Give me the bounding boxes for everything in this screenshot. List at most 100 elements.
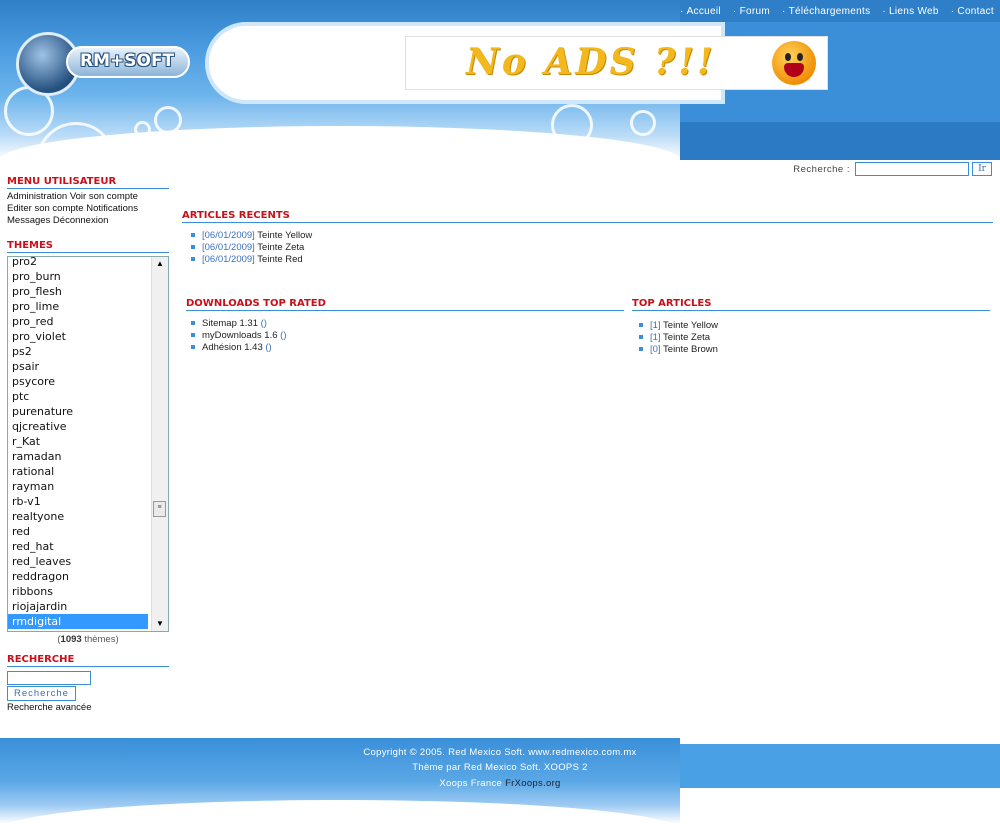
theme-option[interactable]: rayman [8,479,148,494]
theme-option[interactable]: realtyone [8,509,148,524]
smiley-eye [785,53,791,61]
download-name[interactable]: myDownloads 1.6 [202,330,278,341]
theme-option[interactable]: ramadan [8,449,148,464]
article-rank: [1] [650,320,661,331]
top-search-label: Recherche : [793,163,850,175]
nav-liens-web[interactable]: Liens Web [876,2,944,22]
list-item[interactable]: Sitemap 1.31 () [190,318,286,330]
site-logo[interactable]: RM+SOFT [16,32,190,96]
footer-copyright: Copyright © 2005. Red Mexico Soft. www.r… [363,747,637,758]
smiley-eye [797,53,803,61]
theme-option[interactable]: ptc [8,389,148,404]
article-date: [06/01/2009] [202,242,255,253]
theme-option[interactable]: riojajardin [8,599,148,614]
downloads-top-title: DOWNLOADS TOP RATED [186,298,624,311]
bullet-icon [639,346,643,351]
nav-accueil[interactable]: Accueil [674,2,727,22]
page-header: RM+SOFT No ADS ?!! Accueil Forum Télécha… [0,0,1000,160]
article-title[interactable]: Teinte Zeta [257,242,304,253]
bullet-icon [639,322,643,327]
footer-xoops-line: Xoops France FrXoops.org [0,778,1000,789]
footer-frxoops-link[interactable]: FrXoops.org [505,778,561,789]
theme-option[interactable]: pro_violet [8,329,148,344]
theme-option[interactable]: purenature [8,404,148,419]
logo-text: RM+SOFT [80,51,175,71]
top-search-input[interactable] [855,162,969,176]
themes-listbox[interactable]: pro2 pro_burn pro_flesh pro_lime pro_red pro_… [7,256,169,632]
ad-banner[interactable]: No ADS ?!! [405,36,828,90]
theme-option[interactable]: psair [8,359,148,374]
theme-option[interactable]: pro_flesh [8,284,148,299]
bullet-icon [191,320,195,325]
scroll-up-arrow-icon[interactable]: ▲ [152,257,168,271]
article-title[interactable]: Teinte Red [257,254,302,265]
bubble-decoration [551,104,593,146]
advanced-search-link[interactable]: Recherche avancée [7,702,169,713]
download-rating: () [280,330,287,341]
sidebar-search-title: RECHERCHE [7,654,169,667]
user-menu-line[interactable]: Editer son compte Notifications [7,203,169,215]
theme-option[interactable]: red [8,524,148,539]
bullet-icon [639,334,643,339]
themes-options: pro2 pro_burn pro_flesh pro_lime pro_red pro_… [8,257,148,629]
download-rating: () [260,318,267,329]
footer-theme-credit: Thème par Red Mexico Soft. XOOPS 2 [412,762,588,773]
theme-option[interactable]: ps2 [8,344,148,359]
nav-telechargements[interactable]: Téléchargements [776,2,876,22]
bubble-decoration [154,106,182,134]
theme-option[interactable]: psycore [8,374,148,389]
scroll-thumb[interactable]: ≡ [153,501,166,517]
top-articles-title: TOP ARTICLES [632,298,990,311]
theme-option[interactable]: pro_red [8,314,148,329]
theme-option[interactable]: rb-v1 [8,494,148,509]
list-item[interactable]: [1] Teinte Zeta [638,332,718,344]
themes-scrollbar[interactable]: ▲ ≡ ▼ [151,257,168,631]
theme-count: (1093 thèmes) [57,634,119,645]
download-name[interactable]: Sitemap 1.31 [202,318,258,329]
user-menu-line[interactable]: Administration Voir son compte [7,191,169,203]
article-date: [06/01/2009] [202,230,255,241]
list-item[interactable]: myDownloads 1.6 () [190,330,286,342]
list-item[interactable]: [06/01/2009] Teinte Zeta [190,242,312,254]
nav-contact[interactable]: Contact [945,2,1000,22]
footer-xoops-france: Xoops France [439,778,503,789]
ad-banner-text: No ADS ?!! [466,41,716,83]
theme-option[interactable]: reddragon [8,569,148,584]
article-title[interactable]: Teinte Yellow [663,320,718,331]
user-menu-line[interactable]: Messages Déconnexion [7,215,169,227]
article-title[interactable]: Teinte Yellow [257,230,312,241]
sidebar-search-button[interactable]: Recherche [7,686,76,701]
download-name[interactable]: Adhésion 1.43 [202,342,263,353]
theme-option[interactable]: pro_burn [8,269,148,284]
bubble-decoration [134,121,151,138]
list-item[interactable]: [0] Teinte Brown [638,344,718,356]
top-articles-list: [1] Teinte Yellow [1] Teinte Zeta [0] Te… [638,320,718,356]
download-rating: () [265,342,272,353]
theme-option[interactable]: qjcreative [8,419,148,434]
top-search-button[interactable]: Ir [972,162,992,176]
list-item[interactable]: [06/01/2009] Teinte Yellow [190,230,312,242]
theme-option[interactable]: pro_lime [8,299,148,314]
sidebar-search-block: RECHERCHE Recherche Recherche avancée [7,654,169,713]
article-title[interactable]: Teinte Brown [663,344,718,355]
theme-option[interactable]: red_hat [8,539,148,554]
theme-option[interactable]: rmdigital [8,614,148,629]
user-menu-links: Administration Voir son compte Editer so… [7,191,169,227]
theme-option[interactable]: r_Kat [8,434,148,449]
theme-option[interactable]: ribbons [8,584,148,599]
theme-option[interactable]: pro2 [8,257,148,269]
list-item[interactable]: Adhésion 1.43 () [190,342,286,354]
recent-articles-title: ARTICLES RECENTS [182,210,993,223]
theme-option[interactable]: rational [8,464,148,479]
theme-count-number: 1093 [60,634,82,645]
left-sidebar: MENU UTILISATEUR Administration Voir son… [7,176,169,713]
sidebar-search-input[interactable] [7,671,91,685]
list-item[interactable]: [1] Teinte Yellow [638,320,718,332]
list-item[interactable]: [06/01/2009] Teinte Red [190,254,312,266]
scroll-down-arrow-icon[interactable]: ▼ [152,617,168,631]
nav-forum[interactable]: Forum [727,2,776,22]
article-title[interactable]: Teinte Zeta [663,332,710,343]
bubble-decoration [630,110,656,136]
header-right-band [680,122,1000,160]
theme-option[interactable]: red_leaves [8,554,148,569]
